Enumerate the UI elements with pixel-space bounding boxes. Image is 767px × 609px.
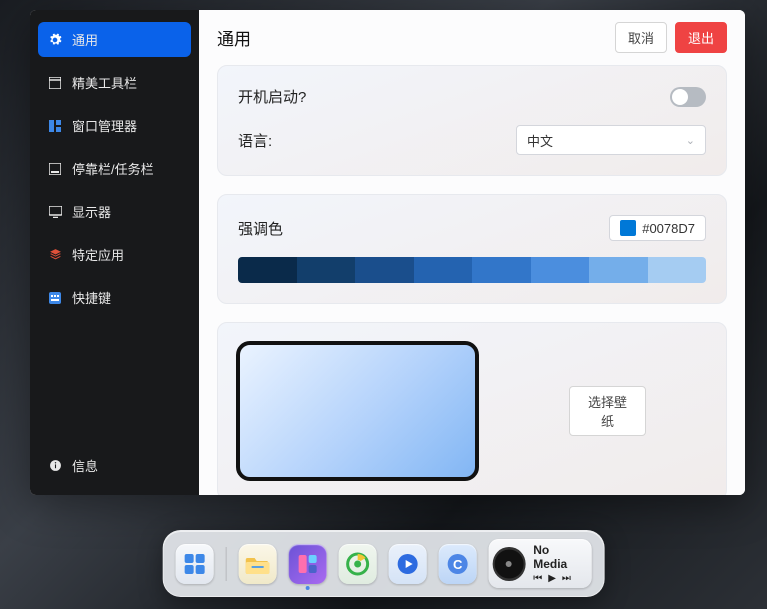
dock-icon	[48, 162, 62, 176]
sidebar-footer-label: 信息	[72, 456, 98, 475]
media-play-button[interactable]: ▶	[548, 573, 556, 584]
sidebar-item-shortcuts[interactable]: 快捷键	[38, 280, 191, 315]
dock: C No Media ⏮ ▶ ⏭	[162, 530, 605, 597]
exit-button[interactable]: 退出	[675, 22, 727, 53]
keyboard-icon	[48, 291, 62, 305]
page-title: 通用	[217, 25, 251, 50]
sidebar-item-label: 快捷键	[72, 288, 111, 307]
accent-value-box[interactable]: #0078D7	[609, 215, 706, 241]
accent-swatches	[238, 257, 706, 283]
language-select[interactable]: 中文 ⌄	[516, 125, 706, 155]
sidebar-item-label: 通用	[72, 30, 98, 49]
gear-icon	[48, 33, 62, 47]
dock-divider	[225, 547, 226, 581]
row-language: 语言: 中文 ⌄	[238, 125, 706, 155]
sidebar-items: 通用 精美工具栏 窗口管理器 停靠栏/任务栏 显示器 特定应用	[38, 22, 191, 448]
accent-chip	[620, 220, 636, 236]
header-buttons: 取消 退出	[615, 22, 727, 53]
accent-value-text: #0078D7	[642, 221, 695, 236]
sidebar-item-toolbar[interactable]: 精美工具栏	[38, 65, 191, 100]
row-wallpaper: 选择壁纸	[236, 341, 646, 481]
row-startup: 开机启动?	[238, 86, 706, 107]
accent-swatch[interactable]	[414, 257, 473, 283]
media-next-button[interactable]: ⏭	[562, 573, 571, 584]
accent-swatch[interactable]	[648, 257, 707, 283]
sidebar-item-label: 特定应用	[72, 245, 124, 264]
dock-video-player-icon[interactable]	[389, 544, 427, 584]
layout-icon	[48, 119, 62, 133]
content: 开机启动? 语言: 中文 ⌄ 强调色 #0078D7	[199, 65, 745, 495]
media-disc-icon	[493, 547, 525, 581]
dock-apps-icon[interactable]	[175, 544, 213, 584]
cancel-button[interactable]: 取消	[615, 22, 667, 53]
row-accent: 强调色 #0078D7	[238, 215, 706, 241]
accent-swatch[interactable]	[297, 257, 356, 283]
sidebar-item-label: 精美工具栏	[72, 73, 137, 92]
sidebar: 通用 精美工具栏 窗口管理器 停靠栏/任务栏 显示器 特定应用	[30, 10, 199, 495]
sidebar-item-label: 窗口管理器	[72, 116, 137, 135]
media-title: No Media	[533, 543, 584, 571]
window-icon	[48, 76, 62, 90]
startup-toggle[interactable]	[670, 87, 706, 107]
dock-browser-360-icon[interactable]	[339, 544, 377, 584]
sidebar-item-label: 显示器	[72, 202, 111, 221]
language-label: 语言:	[238, 130, 272, 151]
dock-file-explorer-icon[interactable]	[238, 544, 276, 584]
startup-label: 开机启动?	[238, 86, 306, 107]
dock-app-c-icon[interactable]: C	[439, 544, 477, 584]
media-info: No Media ⏮ ▶ ⏭	[533, 543, 584, 584]
sidebar-item-dock-taskbar[interactable]: 停靠栏/任务栏	[38, 151, 191, 186]
media-controls: ⏮ ▶ ⏭	[533, 573, 584, 584]
choose-wallpaper-button[interactable]: 选择壁纸	[569, 386, 646, 436]
accent-label: 强调色	[238, 218, 283, 239]
language-value: 中文	[527, 131, 553, 150]
info-icon	[48, 459, 62, 473]
accent-swatch[interactable]	[355, 257, 414, 283]
sidebar-item-display[interactable]: 显示器	[38, 194, 191, 229]
stack-icon	[48, 248, 62, 262]
sidebar-item-general[interactable]: 通用	[38, 22, 191, 57]
accent-swatch[interactable]	[589, 257, 648, 283]
header: 通用 取消 退出	[199, 10, 745, 65]
sidebar-item-info[interactable]: 信息	[38, 448, 191, 483]
main-panel: 通用 取消 退出 开机启动? 语言: 中文 ⌄	[199, 10, 745, 495]
card-wallpaper: 选择壁纸	[217, 322, 727, 495]
wallpaper-preview[interactable]	[236, 341, 479, 481]
monitor-icon	[48, 205, 62, 219]
accent-swatch[interactable]	[238, 257, 297, 283]
chevron-down-icon: ⌄	[686, 134, 695, 147]
sidebar-item-specific-app[interactable]: 特定应用	[38, 237, 191, 272]
dock-current-app-icon[interactable]	[288, 544, 326, 584]
accent-swatch[interactable]	[531, 257, 590, 283]
sidebar-item-label: 停靠栏/任务栏	[72, 159, 154, 178]
svg-text:C: C	[453, 557, 463, 572]
sidebar-item-window-manager[interactable]: 窗口管理器	[38, 108, 191, 143]
accent-swatch[interactable]	[472, 257, 531, 283]
settings-window: 通用 精美工具栏 窗口管理器 停靠栏/任务栏 显示器 特定应用	[30, 10, 745, 495]
media-prev-button[interactable]: ⏮	[533, 573, 542, 584]
dock-media-widget[interactable]: No Media ⏮ ▶ ⏭	[489, 539, 592, 588]
card-accent: 强调色 #0078D7	[217, 194, 727, 304]
card-general: 开机启动? 语言: 中文 ⌄	[217, 65, 727, 176]
